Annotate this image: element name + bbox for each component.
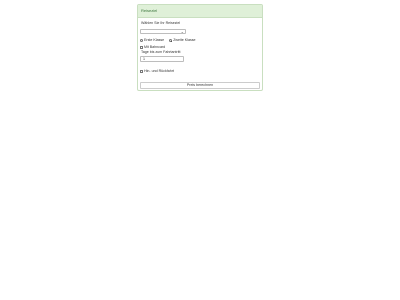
first-class-radio[interactable] (140, 39, 143, 42)
travel-panel: Reiseziel Wählen Sie Ihr Reiseziel ⌄ Ers… (137, 4, 263, 91)
first-class-label: Erste Klasse (144, 38, 165, 42)
roundtrip-row: Hin- und Rückfahrt (140, 69, 174, 74)
destination-select[interactable]: ⌄ (140, 29, 186, 34)
panel-title: Reiseziel (138, 5, 262, 18)
destination-label: Wählen Sie Ihr Reiseziel (141, 21, 181, 25)
roundtrip-checkbox[interactable] (140, 70, 143, 73)
second-class-label: Zweite Klasse (173, 38, 196, 42)
bahncard-checkbox[interactable] (140, 46, 143, 49)
days-input[interactable]: 1 (140, 56, 184, 62)
second-class-radio[interactable] (169, 39, 173, 42)
calculate-price-button[interactable]: Preis berechnen (140, 82, 260, 89)
roundtrip-label: Hin- und Rückfahrt (144, 69, 174, 73)
days-label: Tage bis zum Fahrtantritt (141, 50, 181, 54)
chevron-down-icon: ⌄ (180, 29, 184, 34)
class-radio-group: Erste Klasse Zweite Klasse (140, 38, 196, 43)
